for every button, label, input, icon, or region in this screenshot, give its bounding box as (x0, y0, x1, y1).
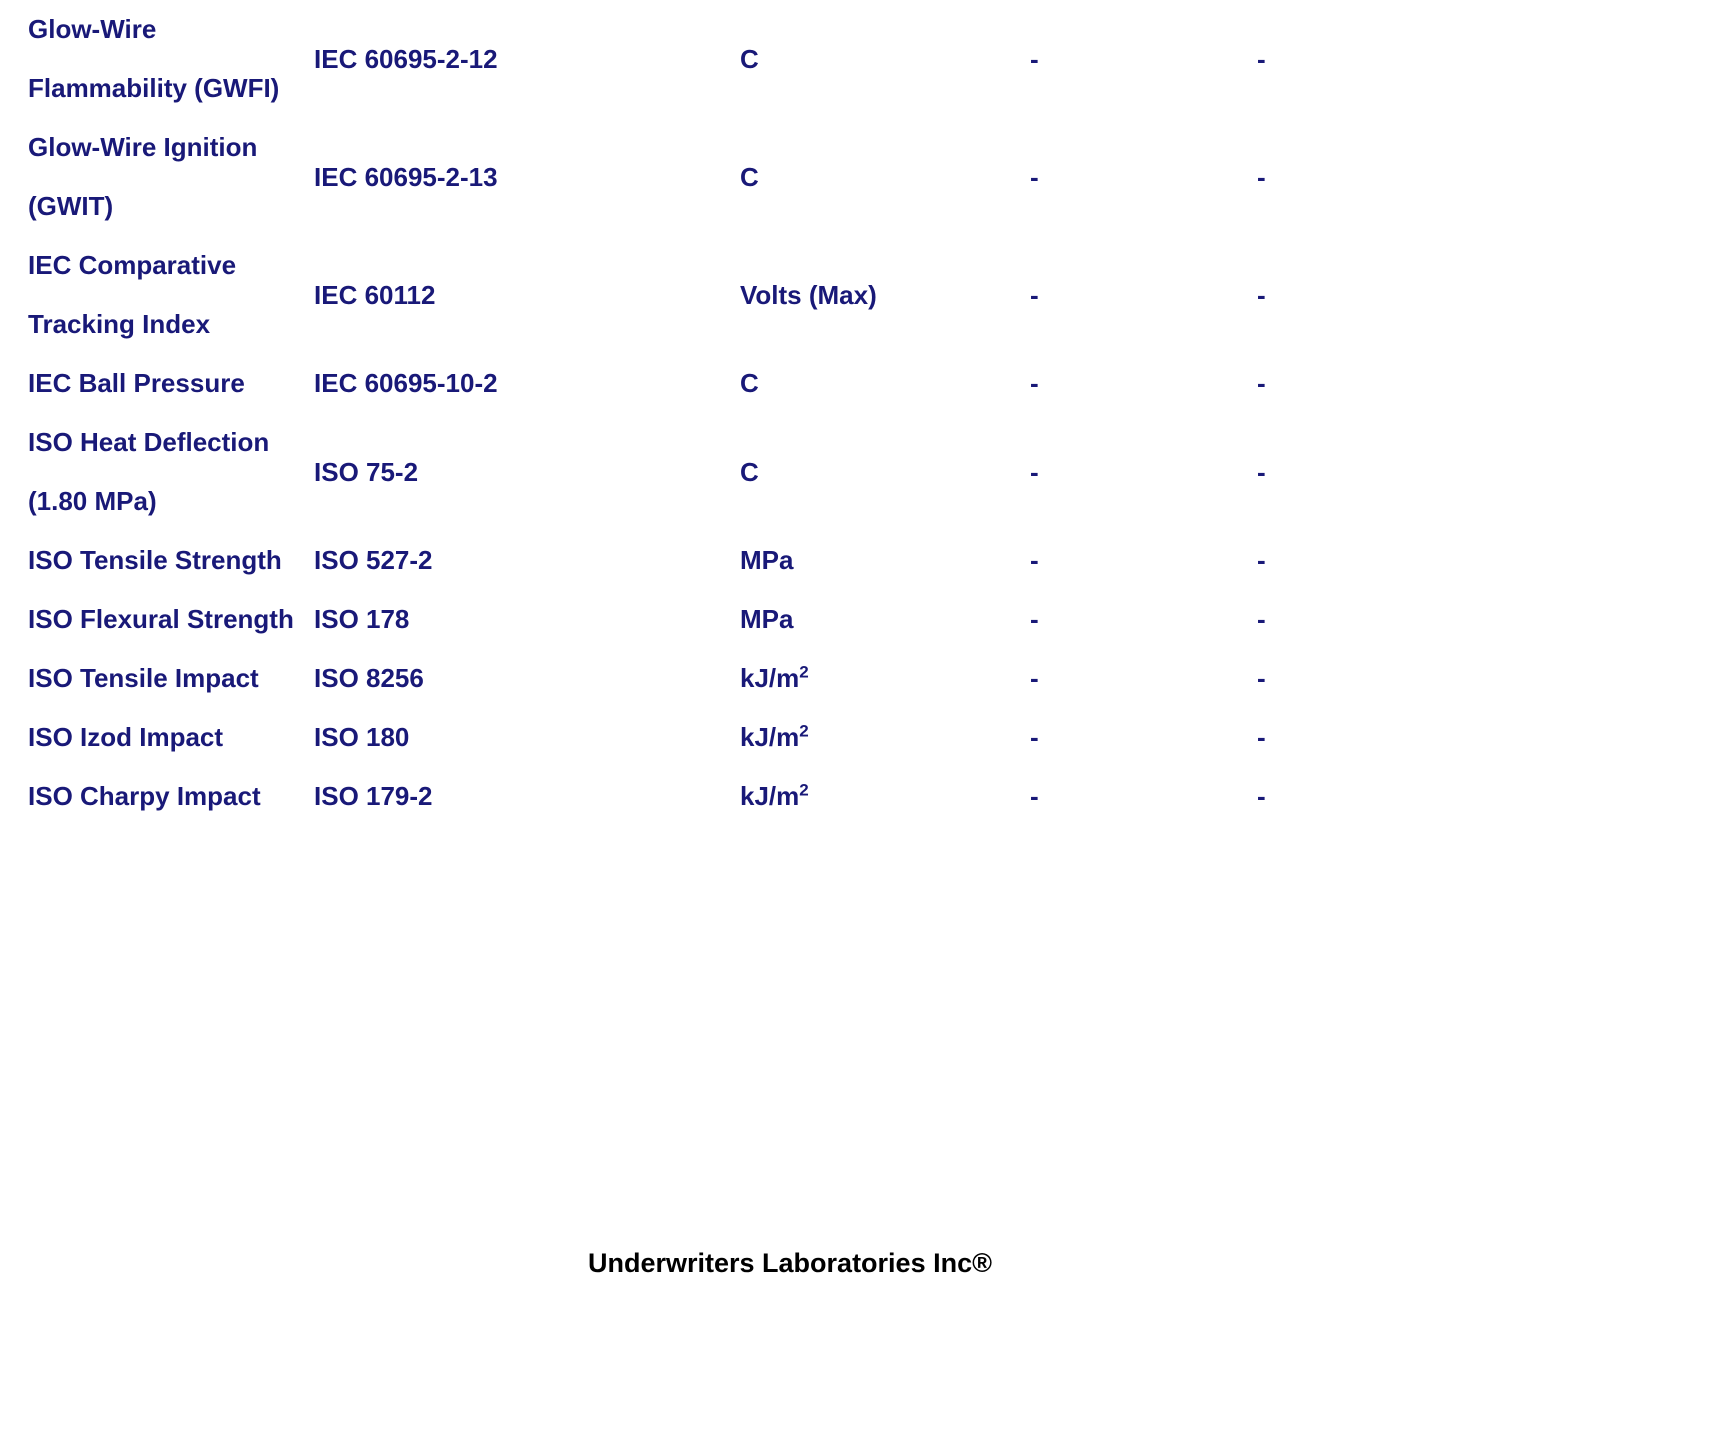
cell-value-2: - (1257, 604, 1266, 634)
table-row: ISO Tensile Strength ISO 527-2 MPa - - (0, 531, 1500, 590)
table-row: ISO Izod Impact ISO 180 kJ/m2- - (0, 708, 1500, 767)
cell-value-1: - (1030, 545, 1039, 575)
unit-base: MPa (740, 604, 794, 634)
unit-base: C (740, 43, 759, 74)
cell-value-1: - (1030, 663, 1039, 693)
cell-test-standard: IEC 60695-2-13 (314, 161, 498, 192)
cell-property-name: IEC Ball Pressure (28, 368, 245, 398)
cell-property-name: ISO Heat Deflection (1.80 MPa) (28, 427, 270, 516)
cell-value-1: - (1030, 368, 1039, 398)
cell-unit: C (740, 354, 1030, 413)
cell-unit: kJ/m2 (740, 708, 1030, 767)
cell-test-standard: ISO 527-2 (314, 545, 433, 575)
unit-exponent: 2 (799, 662, 809, 682)
material-properties-table: Glow-Wire Flammability (GWFI) IEC 60695-2… (0, 0, 1500, 826)
cell-unit: C (740, 413, 1030, 531)
unit-exponent: 2 (799, 721, 809, 741)
page-footer: Underwriters Laboratories Inc® (0, 1248, 1580, 1279)
cell-value-2: - (1257, 545, 1266, 575)
unit-exponent: 2 (799, 780, 809, 800)
table-row: ISO Tensile Impact ISO 8256 kJ/m2- - (0, 649, 1500, 708)
cell-value-2: - (1257, 663, 1266, 693)
table-row: IEC Comparative Tracking Index IEC 60112 V… (0, 236, 1500, 354)
footer-company-name: Underwriters Laboratories Inc® (588, 1248, 992, 1278)
unit-base: Volts (Max) (740, 279, 877, 310)
cell-test-standard: ISO 75-2 (314, 456, 419, 487)
cell-value-1: - (1030, 43, 1039, 74)
cell-test-standard: IEC 60695-10-2 (314, 368, 498, 398)
cell-value-1: - (1030, 604, 1039, 634)
unit-base: MPa (740, 545, 794, 575)
cell-test-standard: ISO 179-2 (314, 781, 433, 811)
document-page: Glow-Wire Flammability (GWFI) IEC 60695-2… (0, 0, 1728, 1430)
unit-base: C (740, 456, 759, 487)
cell-value-2: - (1257, 279, 1266, 310)
cell-value-2: - (1257, 456, 1266, 487)
table-row: ISO Flexural Strength ISO 178 MPa - - (0, 590, 1500, 649)
cell-property-name: Glow-Wire Flammability (GWFI) (28, 14, 280, 103)
table-body: Glow-Wire Flammability (GWFI) IEC 60695-2… (0, 0, 1500, 826)
unit-base: kJ/m (740, 722, 800, 752)
cell-value-2: - (1257, 161, 1266, 192)
cell-property-name: ISO Tensile Impact (28, 663, 259, 693)
cell-unit: MPa (740, 531, 1030, 590)
cell-test-standard: IEC 60112 (314, 279, 436, 310)
cell-value-1: - (1030, 781, 1039, 811)
cell-unit: kJ/m2 (740, 649, 1030, 708)
cell-value-1: - (1030, 279, 1039, 310)
cell-unit: kJ/m2 (740, 767, 1030, 826)
unit-base: C (740, 368, 759, 398)
cell-value-2: - (1257, 781, 1266, 811)
cell-property-name: ISO Flexural Strength (28, 604, 294, 634)
cell-value-1: - (1030, 722, 1039, 752)
cell-value-2: - (1257, 368, 1266, 398)
cell-test-standard: IEC 60695-2-12 (314, 43, 498, 74)
table-row: ISO Heat Deflection (1.80 MPa) ISO 75-2 C -… (0, 413, 1500, 531)
table-row: ISO Charpy Impact ISO 179-2 kJ/m2- - (0, 767, 1500, 826)
cell-unit: MPa (740, 590, 1030, 649)
cell-test-standard: ISO 8256 (314, 663, 424, 693)
unit-base: kJ/m (740, 781, 800, 811)
cell-property-name: ISO Izod Impact (28, 722, 224, 752)
cell-value-1: - (1030, 456, 1039, 487)
cell-test-standard: ISO 180 (314, 722, 410, 752)
cell-unit: C (740, 0, 1030, 118)
cell-property-name: ISO Charpy Impact (28, 781, 261, 811)
cell-property-name: Glow-Wire Ignition (GWIT) (28, 132, 258, 221)
cell-value-2: - (1257, 722, 1266, 752)
unit-base: kJ/m (740, 663, 800, 693)
table-row: IEC Ball Pressure IEC 60695-10-2 C - - (0, 354, 1500, 413)
unit-base: C (740, 161, 759, 192)
table-row: Glow-Wire Flammability (GWFI) IEC 60695-2… (0, 0, 1500, 118)
cell-property-name: ISO Tensile Strength (28, 545, 282, 575)
table-row: Glow-Wire Ignition (GWIT) IEC 60695-2-13 C… (0, 118, 1500, 236)
cell-value-1: - (1030, 161, 1039, 192)
cell-test-standard: ISO 178 (314, 604, 410, 634)
cell-unit: C (740, 118, 1030, 236)
cell-value-2: - (1257, 43, 1266, 74)
cell-unit: Volts (Max) (740, 236, 1030, 354)
cell-property-name: IEC Comparative Tracking Index (28, 250, 237, 339)
